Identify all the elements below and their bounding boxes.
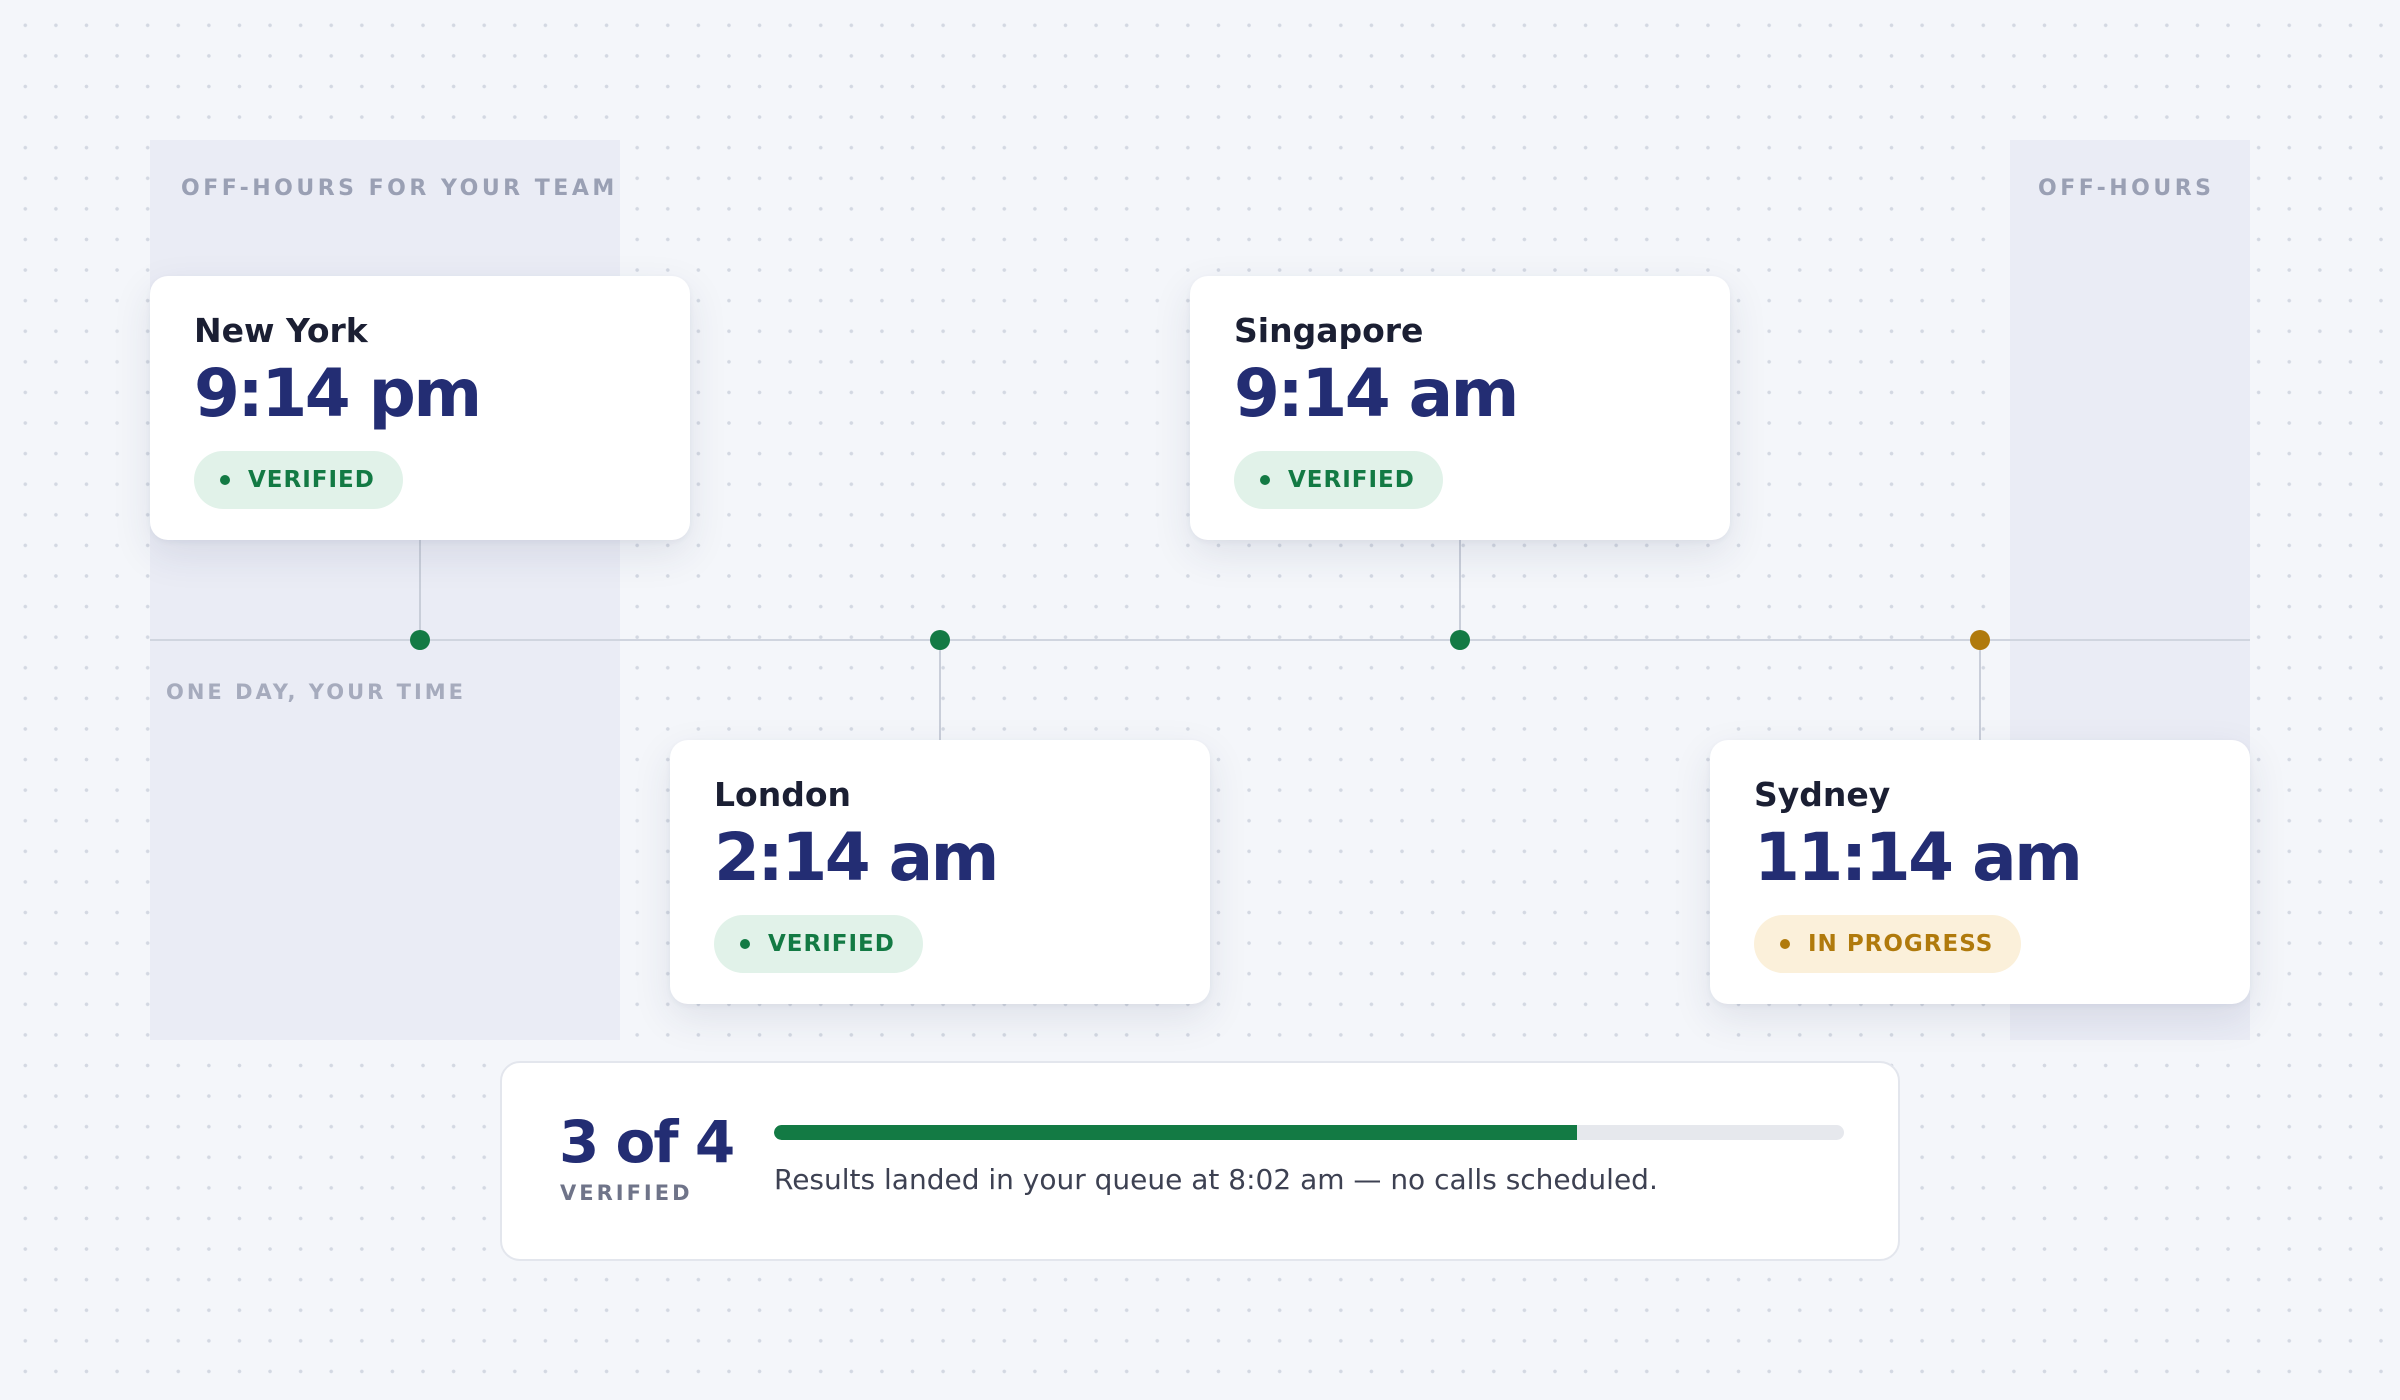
timeline-axis [150,639,2250,641]
status-label: VERIFIED [768,931,895,957]
status-label: VERIFIED [248,467,375,493]
stem-sydney [1979,640,1981,740]
stem-singapore [1459,540,1461,640]
status-dot-icon [220,475,230,485]
progress-bar [774,1125,1844,1140]
off-hours-label-right: OFF-HOURS [2038,176,2215,201]
timeline-axis-label: ONE DAY, YOUR TIME [166,680,467,704]
marker-london [930,630,950,650]
status-badge: IN PROGRESS [1754,915,2022,973]
city-time: 11:14 am [1754,819,2083,896]
marker-new-york [410,630,430,650]
city-time: 2:14 am [714,819,999,896]
status-label: VERIFIED [1288,467,1415,493]
city-name: Singapore [1234,311,1424,350]
marker-sydney [1970,630,1990,650]
city-name: Sydney [1754,775,1891,814]
status-dot-icon [740,939,750,949]
progress-bar-fill [774,1125,1577,1140]
summary-message: Results landed in your queue at 8:02 am … [774,1163,1658,1196]
off-hours-label-left: OFF-HOURS FOR YOUR TEAM [181,176,618,201]
status-dot-icon [1780,939,1790,949]
city-name: London [714,775,851,814]
status-label: IN PROGRESS [1808,931,1994,957]
status-badge: VERIFIED [194,451,403,509]
stem-new-york [419,540,421,640]
city-time: 9:14 pm [194,355,482,432]
city-card-singapore[interactable]: Singapore 9:14 am VERIFIED [1190,276,1730,540]
verified-count-label: VERIFIED [560,1181,693,1205]
city-name: New York [194,311,368,350]
city-card-london[interactable]: London 2:14 am VERIFIED [670,740,1210,1004]
verified-count: 3 of 4 [559,1108,735,1176]
marker-singapore [1450,630,1470,650]
status-badge: VERIFIED [714,915,923,973]
status-badge: VERIFIED [1234,451,1443,509]
status-dot-icon [1260,475,1270,485]
off-hours-band-left: OFF-HOURS FOR YOUR TEAM [150,140,620,1040]
verification-summary: 3 of 4 VERIFIED Results landed in your q… [500,1061,1900,1261]
city-card-new-york[interactable]: New York 9:14 pm VERIFIED [150,276,690,540]
stem-london [939,640,941,740]
city-time: 9:14 am [1234,355,1519,432]
city-card-sydney[interactable]: Sydney 11:14 am IN PROGRESS [1710,740,2250,1004]
